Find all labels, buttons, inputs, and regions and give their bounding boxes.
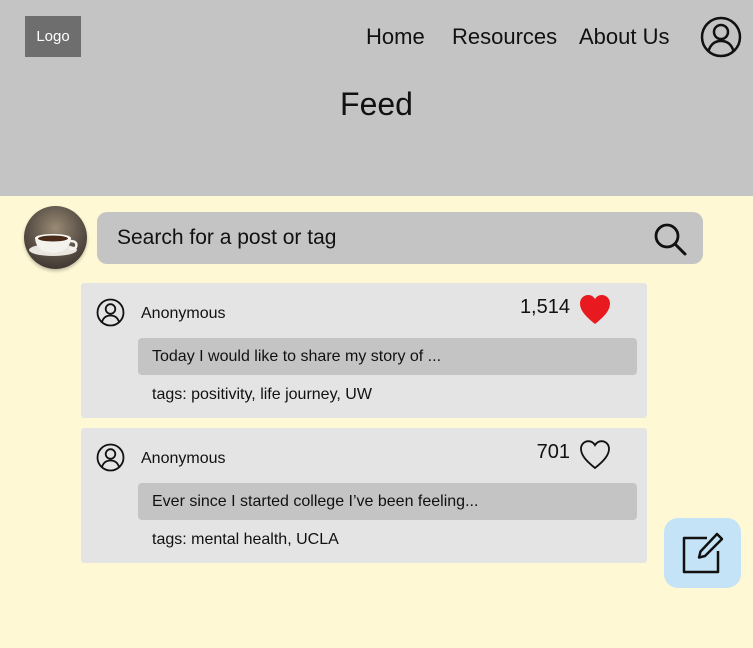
post-author: Anonymous (141, 450, 226, 467)
post-preview[interactable]: Ever since I started college I’ve been f… (138, 483, 637, 520)
page-title: Feed (340, 86, 413, 122)
like-count: 701 (536, 441, 570, 463)
post-card[interactable]: Anonymous 701 Ever since I started colle… (81, 428, 647, 563)
heart-filled-icon[interactable] (578, 293, 612, 326)
post-card[interactable]: Anonymous 1,514 Today I would like to sh… (81, 283, 647, 418)
post-preview-text: Today I would like to share my story of … (152, 348, 442, 365)
search-icon[interactable] (653, 222, 687, 256)
nav-home-link[interactable]: Home (366, 24, 425, 50)
user-icon (96, 443, 125, 472)
compose-post-button[interactable] (664, 518, 741, 588)
profile-icon[interactable] (700, 16, 742, 58)
compose-icon (682, 532, 724, 574)
coffee-cup-avatar-image (24, 206, 87, 269)
like-count: 1,514 (519, 296, 570, 318)
avatar[interactable] (24, 206, 87, 269)
user-icon (96, 298, 125, 327)
heart-outline-icon[interactable] (578, 438, 612, 471)
post-preview[interactable]: Today I would like to share my story of … (138, 338, 637, 375)
post-preview-text: Ever since I started college I’ve been f… (152, 493, 479, 510)
search-input[interactable] (117, 212, 637, 264)
nav-resources-link[interactable]: Resources (452, 24, 557, 50)
logo[interactable]: Logo (25, 16, 81, 57)
nav-about-link[interactable]: About Us (579, 24, 670, 50)
header: Logo Home Resources About Us Feed (0, 0, 753, 196)
post-tags: tags: positivity, life journey, UW (152, 386, 372, 403)
post-author: Anonymous (141, 305, 226, 322)
post-tags: tags: mental health, UCLA (152, 531, 339, 548)
search-bar (97, 212, 703, 264)
